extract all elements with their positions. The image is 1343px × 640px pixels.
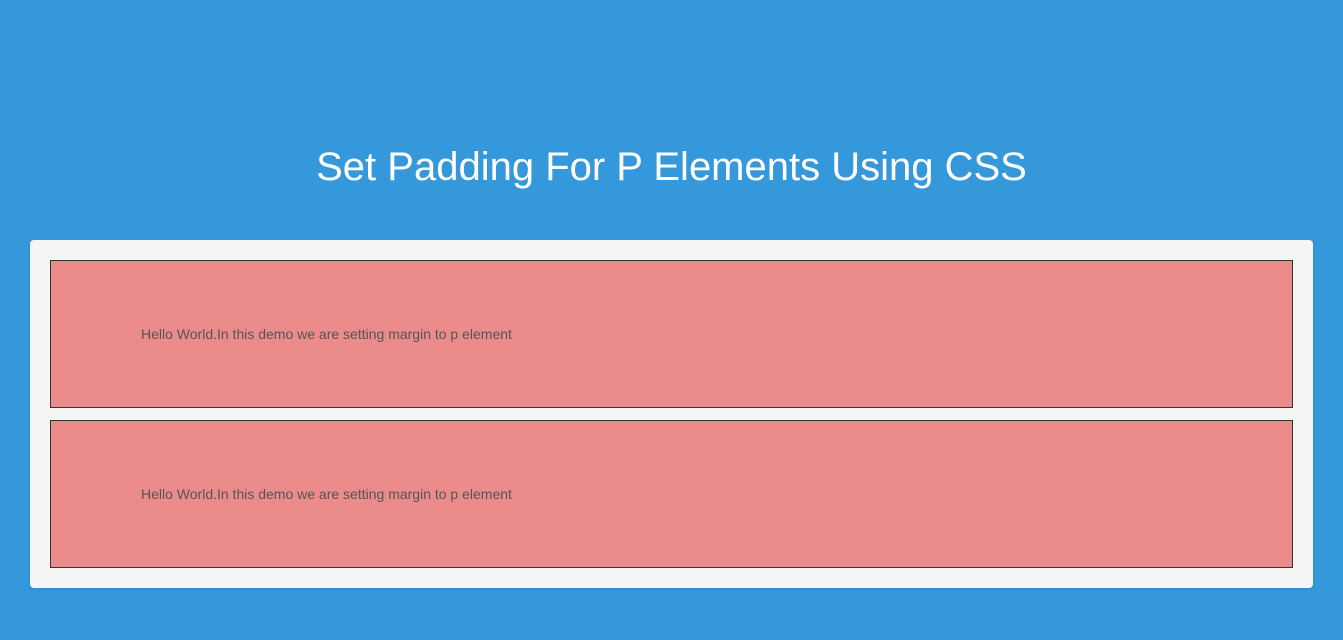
page-container: Set Padding For P Elements Using CSS Hel… xyxy=(0,0,1343,588)
demo-paragraph: Hello World.In this demo we are setting … xyxy=(50,420,1293,568)
demo-paragraph: Hello World.In this demo we are setting … xyxy=(50,260,1293,408)
content-panel: Hello World.In this demo we are setting … xyxy=(30,240,1313,588)
page-title: Set Padding For P Elements Using CSS xyxy=(30,0,1313,240)
